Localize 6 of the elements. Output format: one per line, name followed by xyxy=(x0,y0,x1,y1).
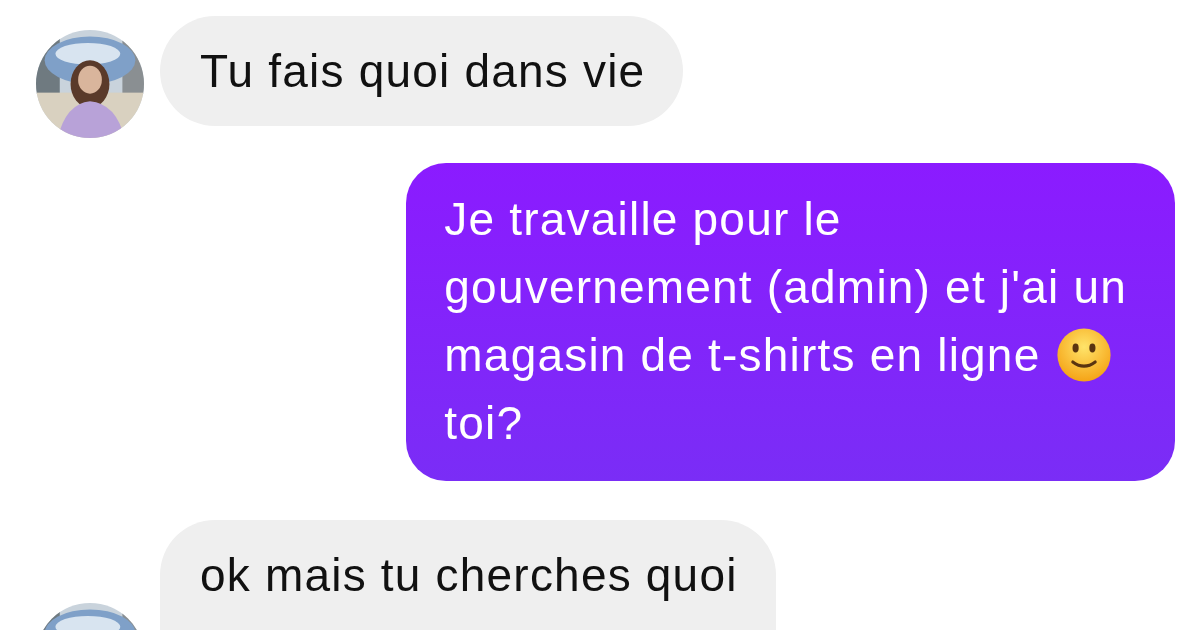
message-text: Je travaille pour le xyxy=(444,192,842,247)
message-text: gouvernement (admin) et j'ai un xyxy=(444,260,1127,315)
message-text: ok mais tu cherches quoi xyxy=(200,548,738,603)
message-text: toi? xyxy=(444,396,524,451)
message-text: magasin de t-shirts en ligne xyxy=(444,328,1041,383)
message-text: Tu fais quoi dans vie xyxy=(200,44,646,99)
